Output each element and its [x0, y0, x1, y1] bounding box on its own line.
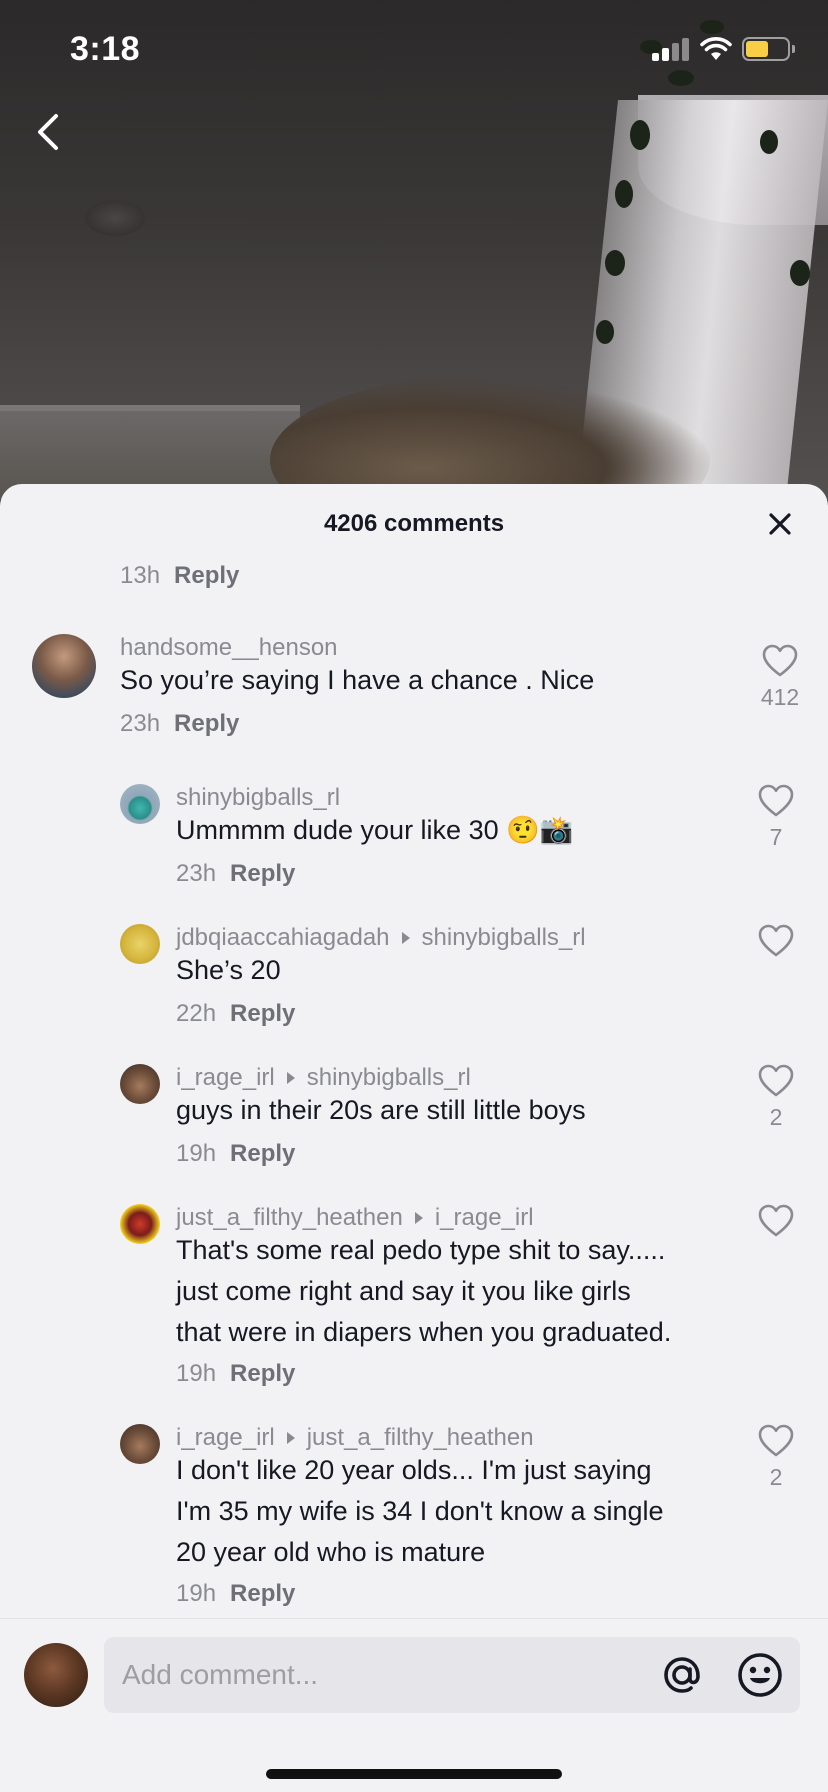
comment-text-line: 20 year old who is mature	[176, 1537, 486, 1567]
comment-text: I don't like 20 year olds... I'm just sa…	[176, 1450, 664, 1573]
comment-time: 13h	[120, 562, 161, 589]
back-button[interactable]	[28, 108, 68, 156]
partial-comment-meta: 13h Reply	[120, 562, 239, 590]
battery-tip	[792, 45, 795, 53]
reply-arrow-icon	[286, 1072, 295, 1085]
comment-item: handsome__henson So you’re saying I have…	[0, 634, 828, 754]
comment-item: just_a_filthy_heathen i_rage_irl That's s…	[0, 1204, 828, 1404]
comment-meta: 19h Reply	[176, 1360, 295, 1388]
avatar[interactable]	[120, 1424, 160, 1464]
comment-meta: 22h Reply	[176, 1000, 295, 1028]
heart-outline-icon	[758, 784, 794, 817]
comment-text-line: I'm 35 my wife is 34 I don't know a sing…	[176, 1496, 664, 1526]
avatar[interactable]	[120, 924, 160, 964]
like-button[interactable]	[756, 1204, 796, 1238]
comment-text: Ummmm dude your like 30 🤨📸	[176, 815, 574, 845]
avatar[interactable]	[120, 784, 160, 824]
reply-button[interactable]: Reply	[230, 860, 295, 887]
reply-button[interactable]: Reply	[230, 1000, 295, 1027]
comment-text: guys in their 20s are still little boys	[176, 1095, 586, 1125]
comment-username[interactable]: i_rage_irl shinybigballs_rl	[176, 1064, 471, 1092]
avatar[interactable]	[120, 1064, 160, 1104]
like-button[interactable]: 412	[760, 644, 800, 711]
status-time: 3:18	[70, 30, 141, 68]
current-user-avatar[interactable]	[24, 1643, 88, 1707]
comment-item: shinybigballs_rl Ummmm dude your like 30…	[0, 784, 828, 904]
reply-button[interactable]: Reply	[174, 562, 239, 589]
reply-arrow-icon	[286, 1432, 295, 1445]
comment-meta: 19h Reply	[176, 1140, 295, 1168]
avatar[interactable]	[120, 1204, 160, 1244]
comment-time: 19h	[176, 1580, 217, 1607]
comment-username[interactable]: just_a_filthy_heathen i_rage_irl	[176, 1204, 534, 1232]
comment-username[interactable]: handsome__henson	[120, 634, 338, 662]
home-indicator	[266, 1769, 562, 1779]
like-count: 2	[769, 1104, 783, 1130]
comment-item: i_rage_irl shinybigballs_rl guys in their…	[0, 1064, 828, 1184]
comment-time: 19h	[176, 1360, 217, 1387]
reply-button[interactable]: Reply	[230, 1580, 295, 1607]
comment-text: She’s 20	[176, 955, 281, 985]
vine-leaf	[790, 260, 810, 286]
comment-input[interactable]	[122, 1651, 642, 1699]
vine-leaf	[605, 250, 625, 276]
comment-item: jdbqiaaccahiagadah shinybigballs_rl She’s…	[0, 924, 828, 1044]
reply-button[interactable]: Reply	[230, 1360, 295, 1387]
vine-leaf	[615, 180, 633, 208]
heart-outline-icon	[758, 924, 794, 957]
comment-text: That's some real pedo type shit to say..…	[176, 1230, 671, 1353]
comment-time: 22h	[176, 1000, 217, 1027]
wifi-icon	[700, 37, 732, 60]
status-bar: 3:18	[0, 0, 828, 100]
comment-meta: 19h Reply	[176, 1580, 295, 1608]
reply-arrow-icon	[414, 1212, 423, 1225]
heart-outline-icon	[758, 1424, 794, 1457]
comment-username[interactable]: jdbqiaaccahiagadah shinybigballs_rl	[176, 924, 586, 952]
like-button[interactable]: 7	[756, 784, 796, 851]
heart-outline-icon	[762, 644, 798, 677]
vine-leaf	[760, 130, 778, 154]
comment-meta: 23h Reply	[120, 710, 239, 738]
battery-icon	[742, 37, 790, 61]
comment-text-line: that were in diapers when you graduated.	[176, 1317, 672, 1347]
like-button[interactable]: 2	[756, 1424, 796, 1491]
comment-meta: 23h Reply	[176, 860, 295, 888]
heart-outline-icon	[758, 1064, 794, 1097]
comments-list[interactable]: 13h Reply handsome__henson So you’re sayi…	[0, 562, 828, 1616]
vine-leaf	[596, 320, 614, 344]
smiley-icon[interactable]	[736, 1651, 784, 1699]
comment-text-line: I don't like 20 year olds... I'm just sa…	[176, 1455, 652, 1485]
ceiling-fixture	[85, 200, 145, 236]
comment-text-line: That's some real pedo type shit to say..…	[176, 1235, 666, 1265]
comment-username[interactable]: shinybigballs_rl	[176, 784, 340, 812]
heart-outline-icon	[758, 1204, 794, 1237]
comments-count-title: 4206 comments	[323, 510, 505, 537]
reply-arrow-icon	[401, 932, 410, 945]
avatar[interactable]	[32, 634, 96, 698]
comment-input-container[interactable]	[104, 1637, 800, 1713]
comment-item: i_rage_irl just_a_filthy_heathen I don't …	[0, 1424, 828, 1616]
reply-button[interactable]: Reply	[174, 710, 239, 737]
comment-username[interactable]: i_rage_irl just_a_filthy_heathen	[176, 1424, 534, 1452]
cellular-signal-icon	[652, 37, 692, 61]
comments-sheet: 4206 comments 13h Reply handsome__henson …	[0, 484, 828, 1792]
at-sign-icon[interactable]	[658, 1651, 706, 1699]
like-button[interactable]: 2	[756, 1064, 796, 1131]
like-count: 2	[769, 1464, 783, 1490]
like-button[interactable]	[756, 924, 796, 958]
comment-time: 23h	[176, 860, 217, 887]
comment-time: 19h	[176, 1140, 217, 1167]
like-count: 7	[769, 824, 783, 850]
close-button[interactable]	[764, 508, 796, 540]
reply-button[interactable]: Reply	[230, 1140, 295, 1167]
comment-time: 23h	[120, 710, 161, 737]
vine-leaf	[630, 120, 650, 150]
comment-text: So you’re saying I have a chance . Nice	[120, 665, 595, 695]
comment-input-bar	[0, 1618, 828, 1792]
like-count: 412	[760, 684, 800, 710]
comment-text-line: just come right and say it you like girl…	[176, 1276, 631, 1306]
